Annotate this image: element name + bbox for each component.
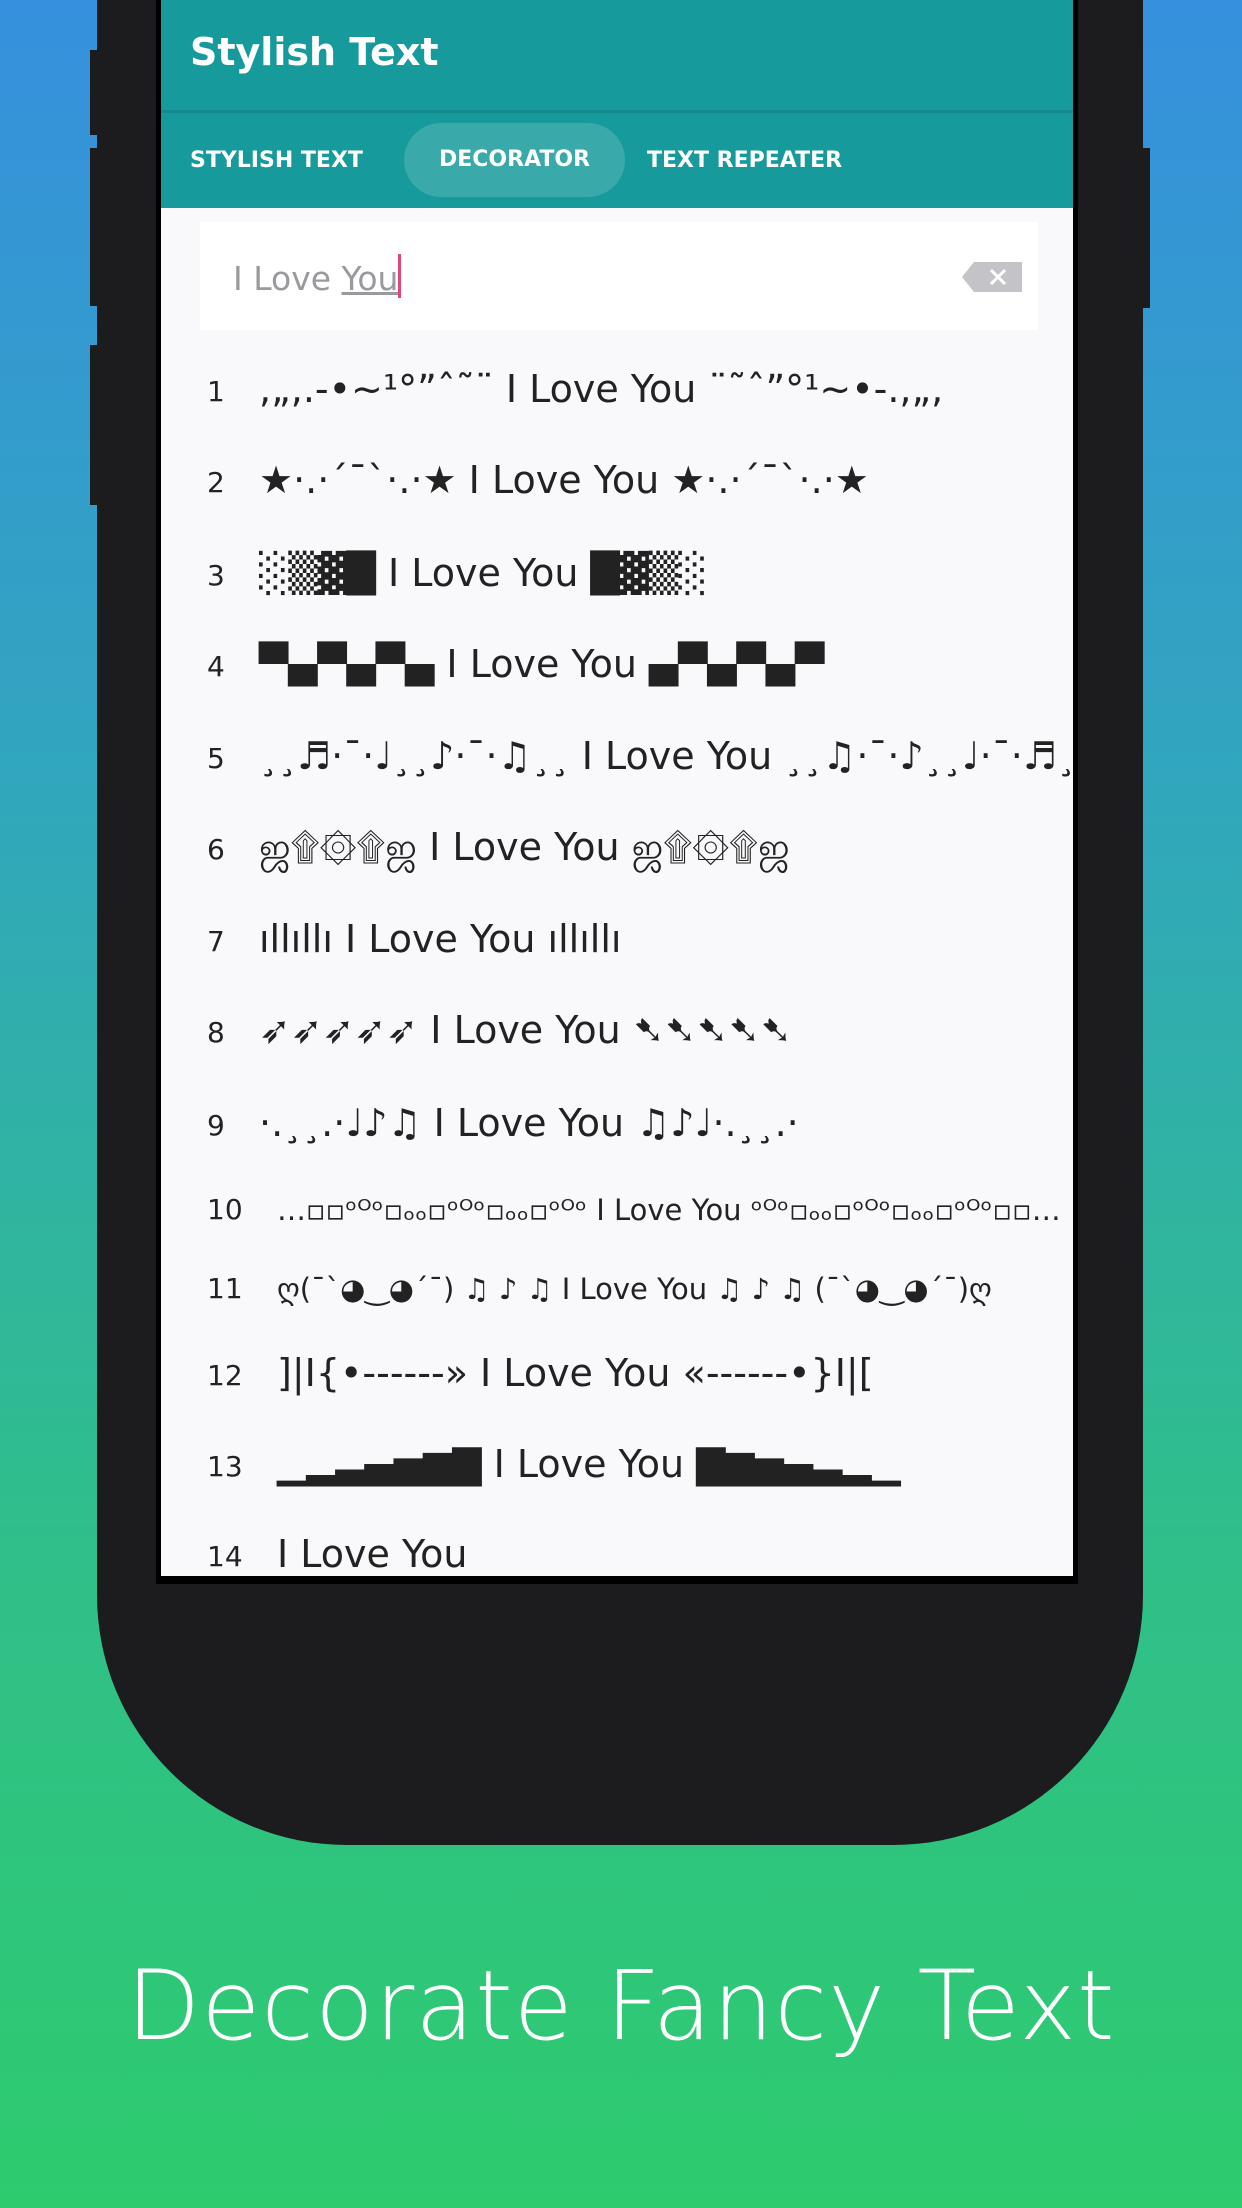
item-number: 12	[207, 1359, 243, 1392]
list-item[interactable]: 11 ღ(¯`◕‿◕´¯) ♫ ♪ ♫ I Love You ♫ ♪ ♫ (¯`◕…	[161, 1248, 1073, 1328]
list-item[interactable]: 10 …▫▫ᵒᴼᵒ▫ₒₒ▫ᵒᴼᵒ▫ₒₒ▫ᵒᴼᵒ I Love You ᵒᴼᵒ▫ₒₒ…	[161, 1169, 1073, 1249]
decorated-text: ★·.·´¯`·.·★ I Love You ★·.·´¯`·.·★	[259, 458, 869, 502]
decorated-text: ღ(¯`◕‿◕´¯) ♫ ♪ ♫ I Love You ♫ ♪ ♫ (¯`◕‿◕…	[277, 1272, 992, 1306]
list-item[interactable]: 4 ▀▄▀▄▀▄ I Love You ▄▀▄▀▄▀	[161, 626, 1073, 706]
item-number: 6	[207, 833, 225, 866]
input-text: I Love	[233, 259, 342, 298]
decorated-text: ıllıllı I Love You ıllıllı	[259, 917, 622, 961]
tab-text-repeater[interactable]: TEXT REPEATER	[647, 113, 842, 208]
decorated-text: I Love You	[277, 1532, 468, 1576]
list-item[interactable]: 12 ]|I{•------» I Love You «------•}I|[	[161, 1335, 1073, 1415]
item-number: 3	[207, 559, 225, 592]
decorated-text: ░▒▓█ I Love You █▓▒░	[259, 551, 708, 595]
item-number: 2	[207, 466, 225, 499]
promo-caption: Decorate Fancy Text	[126, 1950, 1116, 2062]
app-bar: Stylish Text	[161, 0, 1073, 113]
text-input[interactable]: I Love You	[233, 254, 402, 298]
decorated-text: ·.¸¸.·♩♪♫ I Love You ♫♪♩·.¸¸.·	[259, 1101, 799, 1145]
item-number: 14	[207, 1540, 243, 1573]
decorated-text: ¸¸♬·¯·♩¸¸♪·¯·♫¸¸ I Love You ¸¸♫·¯·♪¸¸♩·¯…	[259, 734, 1078, 778]
list-item[interactable]: 5 ¸¸♬·¯·♩¸¸♪·¯·♫¸¸ I Love You ¸¸♫·¯·♪¸¸♩·…	[161, 718, 1073, 798]
list-item[interactable]: 9 ·.¸¸.·♩♪♫ I Love You ♫♪♩·.¸¸.·	[161, 1085, 1073, 1165]
list-item[interactable]: 7 ıllıllı I Love You ıllıllı	[161, 901, 1073, 981]
item-number: 7	[207, 925, 225, 958]
list-item[interactable]: 2 ★·.·´¯`·.·★ I Love You ★·.·´¯`·.·★	[161, 442, 1073, 522]
item-number: 11	[207, 1272, 243, 1305]
item-number: 1	[207, 375, 225, 408]
text-input-card: I Love You	[200, 222, 1038, 330]
phone-screen: Stylish Text STYLISH TEXT DECORATOR TEXT…	[156, 0, 1078, 1584]
list-item[interactable]: 6 ஜ۩۞۩ஜ I Love You ஜ۩۞۩ஜ	[161, 809, 1073, 889]
decorated-text: ▀▄▀▄▀▄ I Love You ▄▀▄▀▄▀	[259, 642, 825, 686]
list-item[interactable]: 8 ➶➶➶➶➶ I Love You ➷➷➷➷➷	[161, 992, 1073, 1072]
tab-stylish-text[interactable]: STYLISH TEXT	[190, 113, 363, 208]
decorated-text: …▫▫ᵒᴼᵒ▫ₒₒ▫ᵒᴼᵒ▫ₒₒ▫ᵒᴼᵒ I Love You ᵒᴼᵒ▫ₒₒ▫ᵒ…	[277, 1193, 1061, 1227]
input-text-composing: You	[341, 259, 399, 298]
list-item[interactable]: 13 ▁▂▃▄▅▆▇ I Love You ▇▆▅▄▃▂▁	[161, 1426, 1073, 1506]
item-number: 9	[207, 1109, 225, 1142]
list-item[interactable]: 3 ░▒▓█ I Love You █▓▒░	[161, 535, 1073, 615]
text-caret	[398, 254, 402, 298]
decorated-text: ▁▂▃▄▅▆▇ I Love You ▇▆▅▄▃▂▁	[277, 1442, 901, 1486]
app-title: Stylish Text	[190, 30, 439, 74]
item-number: 8	[207, 1016, 225, 1049]
list-item[interactable]: 14 I Love You	[161, 1516, 1073, 1576]
decorated-text: ,„,.-•~¹°”ˆ˜¨ I Love You ¨˜ˆ”°¹~•-.,„,	[259, 367, 944, 411]
decorated-text: ➶➶➶➶➶ I Love You ➷➷➷➷➷	[259, 1008, 793, 1052]
tab-decorator[interactable]: DECORATOR	[404, 123, 626, 197]
list-item[interactable]: 1 ,„,.-•~¹°”ˆ˜¨ I Love You ¨˜ˆ”°¹~•-.,„,	[161, 351, 1073, 431]
item-number: 5	[207, 742, 225, 775]
decorated-text: ஜ۩۞۩ஜ I Love You ஜ۩۞۩ஜ	[259, 825, 790, 869]
tab-bar: STYLISH TEXT DECORATOR TEXT REPEATER	[161, 113, 1073, 208]
decorated-text: ]|I{•------» I Love You «------•}I|[	[277, 1351, 874, 1395]
item-number: 13	[207, 1450, 243, 1483]
item-number: 10	[207, 1193, 243, 1226]
item-number: 4	[207, 650, 225, 683]
backspace-icon[interactable]	[962, 262, 1022, 292]
